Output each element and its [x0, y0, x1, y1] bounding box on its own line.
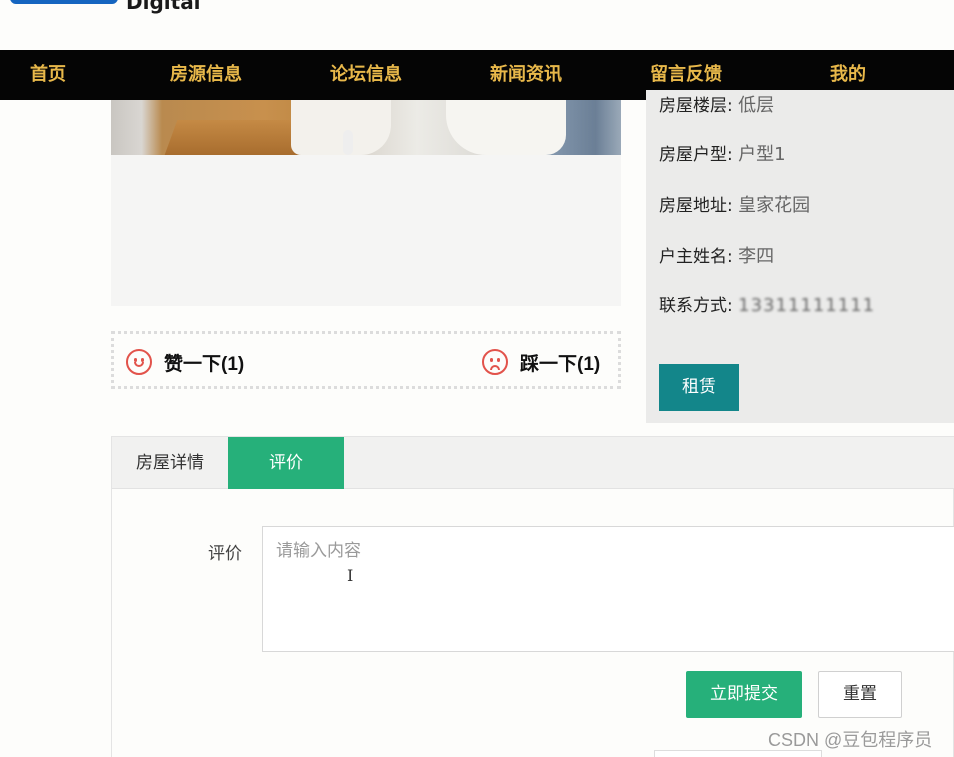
house-image-panel	[111, 100, 621, 306]
contact-value: 13311111111	[738, 295, 876, 316]
detail-tabs: 房屋详情 评价 评价 I 立即提交 重置	[111, 436, 954, 757]
type-value: 户型1	[738, 144, 786, 165]
house-detail-page: Digital 首页 房源信息 论坛信息 新闻资讯 留言反馈 我的 赞一下(1)…	[0, 0, 954, 757]
address-label: 房屋地址:	[659, 196, 733, 216]
vote-bar: 赞一下(1) 踩一下(1)	[111, 331, 621, 389]
owner-value: 李四	[738, 246, 775, 267]
logo-text: Digital	[126, 0, 201, 14]
comment-label: 评价	[208, 544, 242, 564]
house-info-panel: 房屋楼层: 低层 房屋户型: 户型1 房屋地址: 皇家花园 户主姓名: 李四 联…	[646, 90, 954, 423]
nav-item-news[interactable]: 新闻资讯	[490, 50, 562, 100]
tab-header: 房屋详情 评价	[112, 437, 954, 489]
tab-house-details[interactable]: 房屋详情	[112, 437, 228, 489]
reset-button[interactable]: 重置	[818, 671, 902, 718]
owner-label: 户主姓名:	[659, 247, 733, 267]
like-button[interactable]: 赞一下(1)	[126, 348, 244, 376]
like-label: 赞一下(1)	[164, 353, 245, 375]
address-value: 皇家花园	[738, 195, 811, 216]
info-contact: 联系方式: 13311111111	[659, 291, 875, 316]
submit-button[interactable]: 立即提交	[686, 671, 802, 718]
floor-label: 房屋楼层:	[659, 96, 733, 116]
frown-icon	[482, 349, 508, 375]
type-label: 房屋户型:	[659, 145, 733, 165]
dislike-button[interactable]: 踩一下(1)	[482, 348, 600, 376]
info-floor: 房屋楼层: 低层	[659, 91, 774, 117]
smile-icon	[126, 349, 152, 375]
nav-item-listings[interactable]: 房源信息	[170, 50, 242, 100]
dislike-label: 踩一下(1)	[520, 353, 601, 375]
comment-textarea[interactable]	[262, 526, 954, 652]
contact-label: 联系方式:	[659, 296, 733, 316]
header-logo-area: Digital	[0, 0, 954, 50]
logo-icon	[10, 0, 118, 4]
info-address: 房屋地址: 皇家花园	[659, 191, 810, 217]
nav-item-home[interactable]: 首页	[30, 50, 66, 100]
house-photo	[111, 100, 621, 155]
info-owner: 户主姓名: 李四	[659, 242, 774, 268]
tab-reviews[interactable]: 评价	[228, 437, 344, 489]
text-cursor-icon: I	[347, 566, 354, 585]
watermark: CSDN @豆包程序员	[768, 730, 933, 750]
info-type: 房屋户型: 户型1	[659, 140, 786, 166]
nav-item-forum[interactable]: 论坛信息	[330, 50, 402, 100]
rent-button[interactable]: 租赁	[659, 364, 739, 411]
floor-value: 低层	[738, 95, 775, 116]
